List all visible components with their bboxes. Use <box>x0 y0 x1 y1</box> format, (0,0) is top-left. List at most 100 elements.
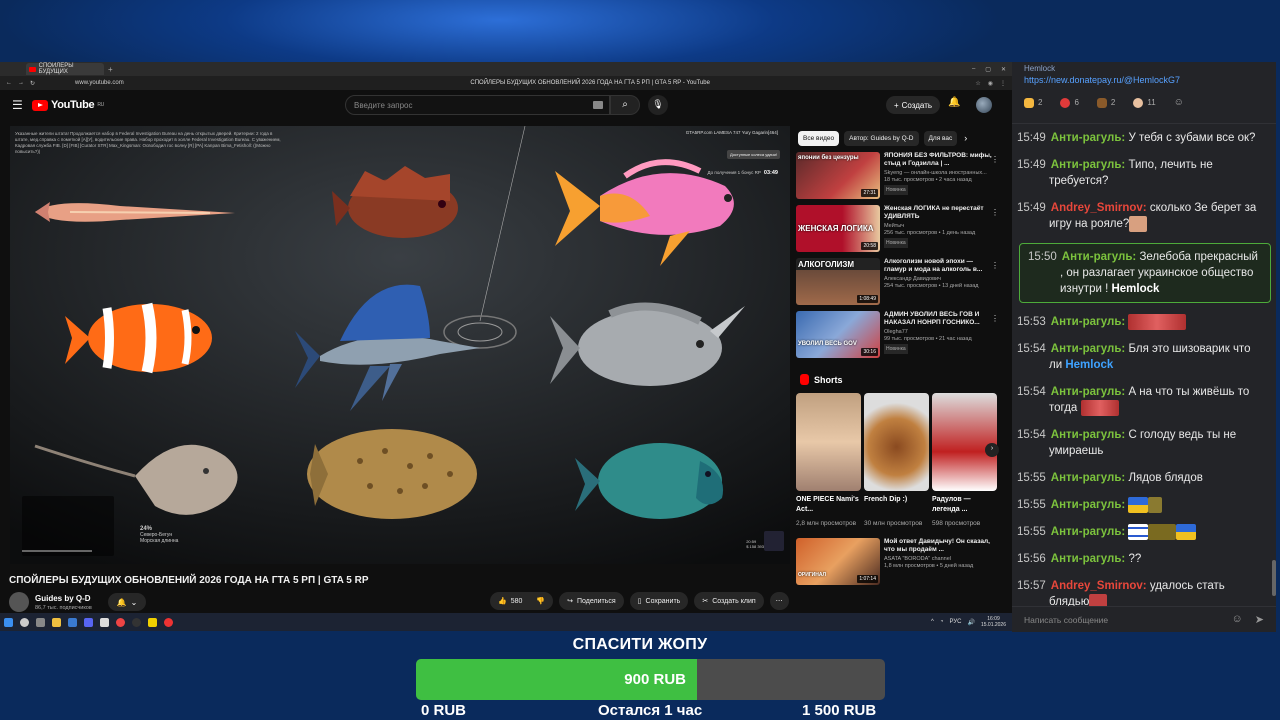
youtube-logo[interactable]: YouTube RU <box>32 99 104 111</box>
hamburger-menu-icon[interactable]: ☰ <box>12 98 32 112</box>
shorts-next-icon[interactable]: › <box>985 443 999 457</box>
chip-author[interactable]: Автор: Guides by Q-D <box>844 130 919 146</box>
yandex-icon[interactable] <box>164 617 173 627</box>
short-title[interactable]: French Dip :) <box>864 495 929 517</box>
obs-icon[interactable] <box>132 617 141 627</box>
add-reaction-button[interactable]: ☺ <box>1174 97 1184 108</box>
menu-icon[interactable]: ⋮ <box>1000 80 1006 87</box>
message-author[interactable]: Анти-рагуль: <box>1051 386 1125 398</box>
more-actions-button[interactable]: ⋯ <box>769 592 789 610</box>
rec-menu-icon[interactable]: ⋮ <box>991 261 999 270</box>
donation-link[interactable]: https://new.donatepay.ru/@HemlockG7 <box>1024 75 1264 85</box>
bookmark-icon[interactable]: ☆ <box>975 80 980 87</box>
rec-menu-icon[interactable]: ⋮ <box>991 155 999 164</box>
chips-next-icon[interactable]: › <box>964 133 967 143</box>
new-tab-icon[interactable]: + <box>108 65 113 74</box>
chrome-icon[interactable] <box>116 617 125 627</box>
like-button[interactable]: 👍 580 👎 <box>490 592 554 610</box>
rec-title[interactable]: Мой ответ Давидычу! Он сказал, что мы пр… <box>884 538 996 556</box>
chat-input[interactable]: Написать сообщение ☺ ➤ <box>1012 606 1276 632</box>
short-item[interactable]: Радулов — легенда ... 598 просмотров <box>932 393 997 528</box>
chat-scrollbar[interactable] <box>1272 560 1276 596</box>
rec-title[interactable]: АДМИН УВОЛИЛ ВЕСЬ ГОВ И НАКАЗАЛ НОНРП ГО… <box>884 311 996 329</box>
thumbs-down-icon[interactable]: 👎 <box>536 597 545 605</box>
rec-thumbnail[interactable]: УВОЛИЛ ВЕСЬ GOV 30:16 <box>796 311 880 358</box>
forward-icon[interactable]: → <box>18 80 24 86</box>
channel-name[interactable]: Guides by Q-D <box>35 594 92 603</box>
short-title[interactable]: ONE PIECE Nami's Act... <box>796 495 861 517</box>
message-author[interactable]: Анти-рагуль: <box>1051 159 1125 171</box>
rec-video-item[interactable]: УВОЛИЛ ВЕСЬ GOV 30:16 АДМИН УВОЛИЛ ВЕСЬ Г… <box>796 311 1001 362</box>
discord-icon[interactable] <box>84 617 93 627</box>
rec-video-item[interactable]: ЖЕНСКАЯ ЛОГИКА 20:58 Женская ЛОГИКА не пе… <box>796 205 1001 256</box>
notifications-bell-icon[interactable]: 🔔 <box>948 97 960 108</box>
mail-icon[interactable] <box>68 617 77 627</box>
create-button[interactable]: + Создать <box>886 96 940 114</box>
search-input[interactable]: Введите запрос <box>345 95 610 115</box>
chip-all-videos[interactable]: Все видео <box>798 130 840 146</box>
chip-for-you[interactable]: Для вас <box>923 130 958 146</box>
message-author[interactable]: Анти-рагуль: <box>1051 316 1125 328</box>
message-author[interactable]: Анти-рагуль: <box>1051 472 1125 484</box>
rec-title[interactable]: ЯПОНИЯ БЕЗ ФИЛЬТРОВ: мифы, стыд и Годзил… <box>884 152 996 170</box>
message-author[interactable]: Анти-рагуль: <box>1062 251 1136 263</box>
task-view-icon[interactable] <box>36 617 45 627</box>
rec-video-item[interactable]: ОРИГИНАЛ 1:07:14 Мой ответ Давидычу! Он с… <box>796 538 1001 585</box>
message-mention[interactable]: Hemlock <box>1065 359 1113 371</box>
message-author[interactable]: Анти-рагуль: <box>1051 429 1125 441</box>
short-thumbnail[interactable] <box>932 393 997 491</box>
rec-channel[interactable]: Olegha77 <box>884 329 996 336</box>
message-author[interactable]: Andrey_Smirnov: <box>1051 580 1147 592</box>
yandex-browser-icon[interactable] <box>100 617 109 627</box>
rec-channel[interactable]: ASATA "BORODA" channel <box>884 556 996 563</box>
rec-channel[interactable]: Александр Давидович <box>884 276 996 283</box>
keyboard-icon[interactable] <box>593 101 603 109</box>
video-player[interactable]: Указанные жители штата! Продолжается наб… <box>10 126 790 564</box>
short-item[interactable]: ONE PIECE Nami's Act... 2,8 млн просмотро… <box>796 393 861 528</box>
language-indicator[interactable]: РУС <box>949 619 961 625</box>
message-author[interactable]: Анти-рагуль: <box>1051 499 1125 511</box>
maximize-icon[interactable]: ▢ <box>985 66 991 73</box>
url-field[interactable]: www.youtube.com <box>75 80 205 86</box>
network-icon[interactable]: ◔ <box>940 619 944 625</box>
extension-icon[interactable]: ◉ <box>988 80 993 87</box>
short-thumbnail[interactable] <box>796 393 861 491</box>
app-icon[interactable] <box>148 617 157 627</box>
rec-channel[interactable]: Мейтыч <box>884 223 996 230</box>
rec-video-item[interactable]: японии без цензуры 27:31 ЯПОНИЯ БЕЗ ФИЛЬТ… <box>796 152 1001 203</box>
rec-thumbnail[interactable]: ОРИГИНАЛ 1:07:14 <box>796 538 880 585</box>
message-author[interactable]: Анти-рагуль: <box>1051 553 1125 565</box>
search-button[interactable]: ⌕ <box>610 95 640 115</box>
short-thumbnail[interactable] <box>864 393 929 491</box>
share-button[interactable]: ↪ Поделиться <box>559 592 624 610</box>
reaction-poop[interactable]: 2 <box>1096 97 1115 108</box>
reaction-clown[interactable]: 11 <box>1133 97 1156 108</box>
voice-search-button[interactable]: 🎙 <box>648 95 668 115</box>
message-author[interactable]: Andrey_Smirnov: <box>1051 202 1147 214</box>
short-item[interactable]: French Dip :) 30 млн просмотров <box>864 393 929 528</box>
message-author[interactable]: Анти-рагуль: <box>1051 526 1125 538</box>
rec-channel[interactable]: Skyeng — онлайн-школа иностранных... <box>884 170 996 177</box>
rec-menu-icon[interactable]: ⋮ <box>991 314 999 323</box>
browser-tab[interactable]: СПОЙЛЕРЫ БУДУЩИХ <box>26 63 104 75</box>
rec-title[interactable]: Женская ЛОГИКА не перестаёт УДИВЛЯТЬ <box>884 205 996 223</box>
rec-thumbnail[interactable]: японии без цензуры 27:31 <box>796 152 880 199</box>
file-explorer-icon[interactable] <box>52 617 61 627</box>
close-window-icon[interactable]: ✕ <box>1001 66 1006 73</box>
user-avatar[interactable] <box>976 97 992 113</box>
clip-button[interactable]: ✂ Создать клип <box>694 592 764 610</box>
rec-title[interactable]: Алкоголизм новой эпохи — гламур и мода н… <box>884 258 996 276</box>
short-title[interactable]: Радулов — легенда ... <box>932 495 997 517</box>
system-clock[interactable]: 16:09 15.01.2026 <box>981 616 1006 628</box>
reload-icon[interactable]: ↻ <box>30 80 35 87</box>
back-icon[interactable]: ← <box>6 80 12 86</box>
send-icon[interactable]: ➤ <box>1255 613 1264 626</box>
volume-icon[interactable]: 🔊 <box>967 619 974 626</box>
message-author[interactable]: Анти-рагуль: <box>1051 132 1125 144</box>
save-button[interactable]: ▯ Сохранить <box>629 592 689 610</box>
windows-start-icon[interactable] <box>4 617 13 627</box>
minimize-icon[interactable]: – <box>972 66 975 73</box>
tray-chevron-icon[interactable]: ^ <box>931 619 934 625</box>
reaction-thumbs-up[interactable]: 2 <box>1024 97 1042 108</box>
rec-thumbnail[interactable]: АЛКОГОЛИЗМ 1:08:49 <box>796 258 880 305</box>
